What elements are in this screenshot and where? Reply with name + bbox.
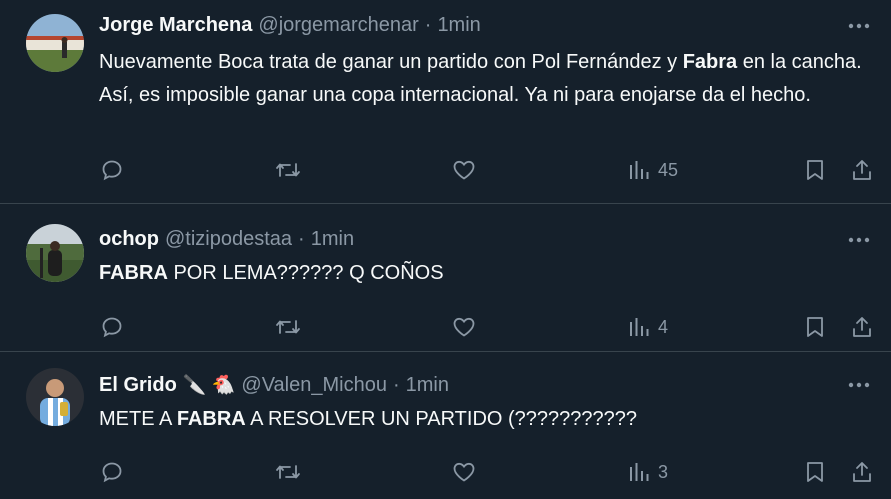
avatar[interactable]: [26, 14, 84, 72]
retweet-icon: [276, 320, 300, 334]
heart-icon: [453, 462, 475, 482]
user-handle[interactable]: @jorgemarchenar: [258, 14, 418, 37]
text-segment: A RESOLVER UN PARTIDO (???????????: [245, 408, 638, 430]
timestamp[interactable]: 1min: [406, 374, 449, 397]
name-emojis: 🔪 🐔: [182, 375, 236, 396]
tweet-header: Jorge Marchena @jorgemarchenar · 1min: [99, 14, 831, 37]
separator: ·: [298, 228, 305, 250]
text-segment: METE A: [99, 408, 177, 430]
views-icon: [630, 161, 649, 179]
heart-icon: [453, 317, 475, 337]
views-button[interactable]: 3: [628, 459, 668, 485]
like-button[interactable]: [451, 459, 477, 485]
view-count: 4: [658, 316, 669, 337]
tweet[interactable]: Jorge Marchena @jorgemarchenar · 1min Nu…: [0, 0, 891, 204]
tweet-header: ochop @tizipodestaa · 1min: [99, 228, 831, 251]
share-icon: [853, 317, 871, 337]
text-highlight: FABRA: [176, 408, 246, 430]
heart-icon: [453, 160, 475, 180]
like-button[interactable]: [451, 157, 477, 183]
share-button[interactable]: [850, 157, 874, 183]
separator: ·: [424, 14, 432, 36]
bookmark-icon: [807, 462, 823, 482]
tweet-text: FABRA POR LEMA?????? Q COÑOS: [99, 257, 867, 290]
bookmark-icon: [807, 317, 823, 337]
tweet-text: METE A FABRA A RESOLVER UN PARTIDO (????…: [99, 403, 867, 436]
reply-button[interactable]: [100, 157, 124, 183]
views-icon: [630, 318, 649, 336]
share-button[interactable]: [850, 459, 874, 485]
bookmark-icon: [807, 160, 823, 180]
share-icon: [853, 462, 871, 482]
views-icon: [630, 463, 649, 481]
more-icon[interactable]: [845, 230, 873, 250]
tweet[interactable]: ochop @tizipodestaa · 1min FABRA POR LEM…: [0, 204, 891, 352]
tweet-header: El Grido 🔪 🐔 @Valen_Michou · 1min: [99, 373, 831, 397]
avatar[interactable]: [26, 368, 84, 426]
retweet-button[interactable]: [274, 459, 302, 485]
text-segment: Nuevamente Boca trata de ganar un partid…: [99, 51, 683, 73]
text-highlight: Fabra: [682, 51, 738, 73]
bookmark-button[interactable]: [804, 314, 826, 340]
user-handle[interactable]: @tizipodestaa: [165, 228, 292, 251]
timestamp[interactable]: 1min: [437, 14, 480, 37]
more-icon[interactable]: [845, 16, 873, 36]
tweet-text: Nuevamente Boca trata de ganar un partid…: [99, 46, 867, 112]
reply-icon: [102, 462, 122, 483]
timestamp[interactable]: 1min: [311, 228, 354, 251]
views-button[interactable]: 4: [628, 314, 668, 340]
text-segment: POR LEMA?????? Q COÑOS: [167, 262, 444, 284]
display-name[interactable]: ochop: [99, 228, 159, 251]
avatar[interactable]: [26, 224, 84, 282]
display-name[interactable]: El Grido: [99, 374, 177, 397]
action-bar: 3: [0, 459, 891, 485]
user-handle[interactable]: @Valen_Michou: [241, 374, 387, 397]
text-highlight: FABRA: [99, 262, 168, 284]
view-count: 45: [658, 159, 679, 180]
separator: ·: [392, 373, 400, 396]
retweet-button[interactable]: [274, 157, 302, 183]
bookmark-button[interactable]: [804, 459, 826, 485]
share-button[interactable]: [850, 314, 874, 340]
view-count: 3: [658, 461, 669, 482]
action-bar: 4: [0, 314, 891, 340]
retweet-button[interactable]: [274, 314, 302, 340]
retweet-icon: [276, 163, 300, 177]
reply-icon: [102, 160, 122, 181]
like-button[interactable]: [451, 314, 477, 340]
share-icon: [853, 160, 871, 180]
reply-icon: [102, 317, 122, 338]
retweet-icon: [276, 465, 300, 479]
action-bar: 45: [0, 157, 891, 183]
tweet[interactable]: El Grido 🔪 🐔 @Valen_Michou · 1min METE A…: [0, 352, 891, 499]
bookmark-button[interactable]: [804, 157, 826, 183]
display-name[interactable]: Jorge Marchena: [99, 14, 252, 37]
reply-button[interactable]: [100, 459, 124, 485]
reply-button[interactable]: [100, 314, 124, 340]
more-icon[interactable]: [845, 375, 873, 395]
views-button[interactable]: 45: [628, 157, 678, 183]
